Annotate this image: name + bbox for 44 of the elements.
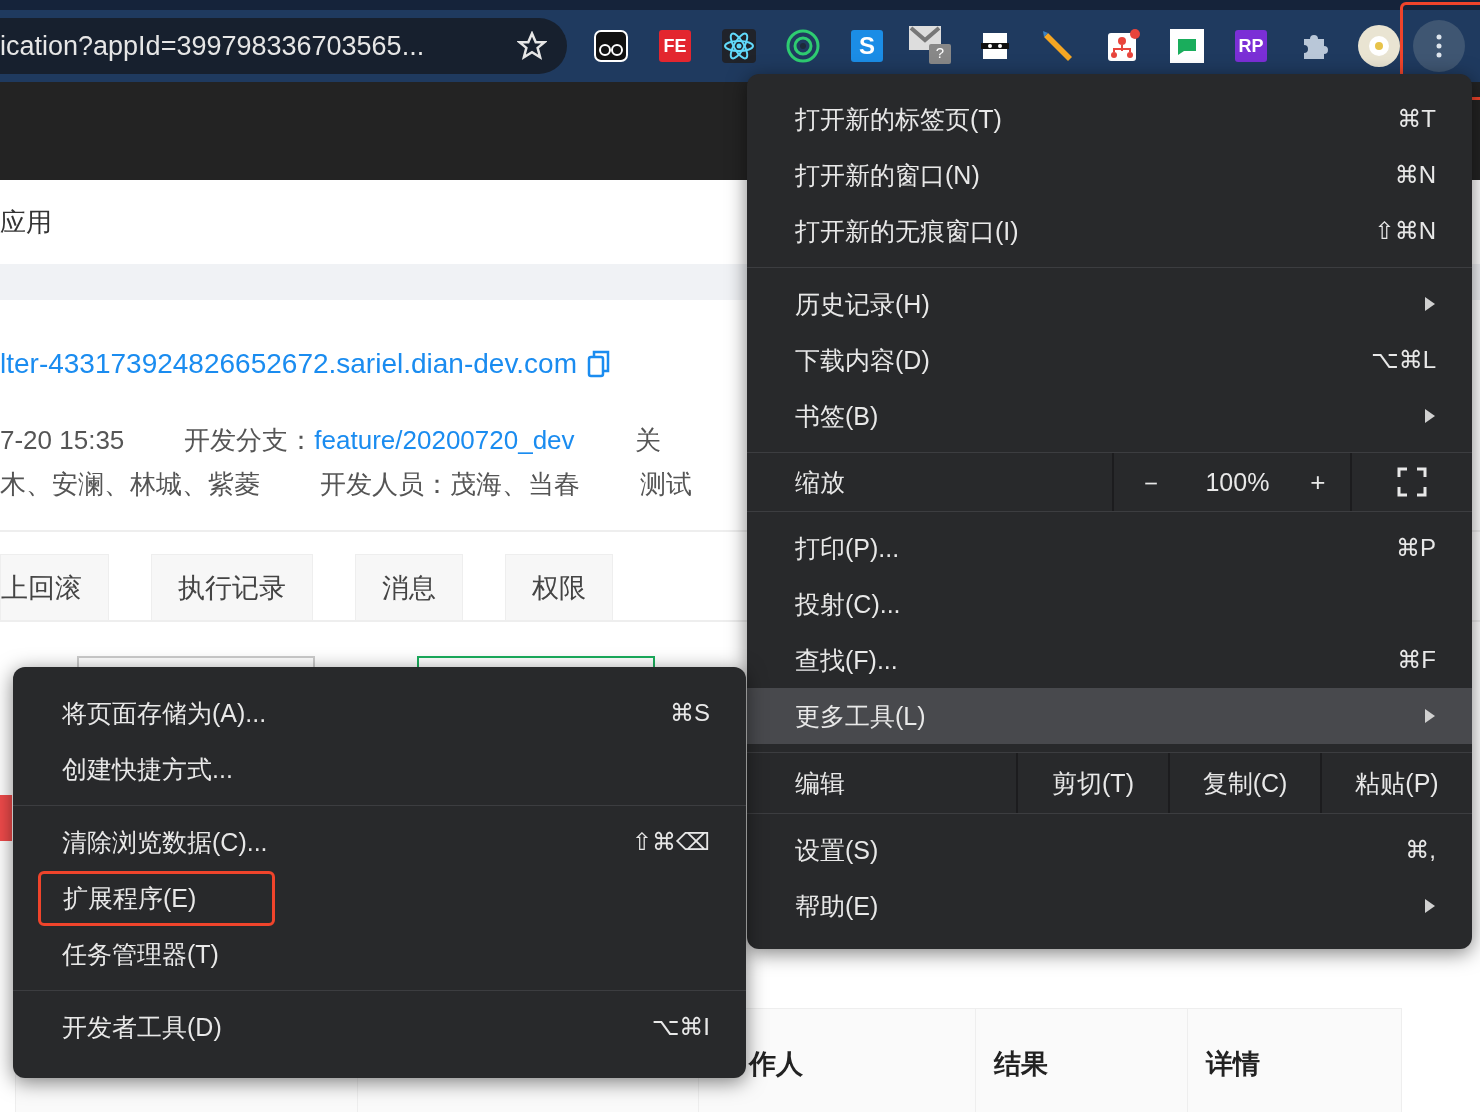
menu-item[interactable]: 打开新的无痕窗口(I) ⇧⌘N xyxy=(747,203,1472,259)
edit-action[interactable]: 复制(C) xyxy=(1168,753,1320,813)
page-title: 应用 xyxy=(0,205,52,239)
info-label: 开发分支： xyxy=(184,424,315,455)
column-header: 结果 xyxy=(994,1048,1048,1081)
extension-logo[interactable]: S xyxy=(851,30,883,62)
extension-logo[interactable]: RP xyxy=(1235,30,1267,62)
menu-item[interactable]: 打印(P)... ⌘P xyxy=(747,520,1472,576)
column-header: 详情 xyxy=(1206,1048,1260,1081)
column-header: 作人 xyxy=(749,1048,803,1081)
info-text: 关 xyxy=(634,423,661,457)
menu-label: 缩放 xyxy=(794,466,846,498)
zoom-out-button[interactable]: － xyxy=(1130,460,1173,504)
info-text: 开发人员：茂海、当春 xyxy=(320,467,580,501)
menu-item[interactable]: 书签(B) xyxy=(747,388,1472,444)
menu-item[interactable]: 历史记录(H) xyxy=(747,276,1472,332)
menu-item[interactable]: 清除浏览数据(C)... ⇧⌘⌫ xyxy=(13,814,746,870)
mail-extension[interactable]: ? xyxy=(909,26,953,66)
menu-item[interactable]: 下载内容(D) ⌥⌘L xyxy=(747,332,1472,388)
extension-logo[interactable]: FE xyxy=(659,30,691,62)
menu-item[interactable]: 开发者工具(D) ⌥⌘I xyxy=(13,999,746,1055)
menu-item[interactable]: 打开新的窗口(N) ⌘N xyxy=(747,147,1472,203)
menu-item[interactable]: 设置(S) ⌘, xyxy=(747,822,1472,878)
edit-action[interactable]: 剪切(T) xyxy=(1016,753,1168,813)
menu-item[interactable]: 查找(F)... ⌘F xyxy=(747,632,1472,688)
question-badge: ? xyxy=(929,44,951,64)
tab[interactable]: 权限 xyxy=(505,554,613,620)
menu-item[interactable]: 帮助(E) xyxy=(747,878,1472,934)
menu-item[interactable]: 投射(C)... xyxy=(747,576,1472,632)
edit-action[interactable]: 粘贴(P) xyxy=(1320,753,1472,813)
menu-item[interactable]: 将页面存储为(A)... ⌘S xyxy=(13,685,746,741)
tab[interactable]: 执行记录 xyxy=(151,554,313,620)
info-text: 7-20 15:35 xyxy=(0,424,125,456)
menu-item[interactable]: 任务管理器(T) xyxy=(13,926,746,982)
info-text: 测试 xyxy=(640,467,692,501)
menu-item[interactable]: 更多工具(L) xyxy=(747,688,1472,744)
menu-item[interactable]: 扩展程序(E) xyxy=(13,870,746,926)
menu-label: 编辑 xyxy=(794,767,846,799)
tab[interactable]: 消息 xyxy=(355,554,463,620)
zoom-value: 100% xyxy=(1205,467,1270,497)
zoom-in-button[interactable]: + xyxy=(1302,462,1334,502)
info-text: 木、安澜、林城、紫菱 xyxy=(0,467,260,501)
menu-item[interactable]: 创建快捷方式... xyxy=(13,741,746,797)
tab[interactable]: 上回滚 xyxy=(0,554,109,620)
